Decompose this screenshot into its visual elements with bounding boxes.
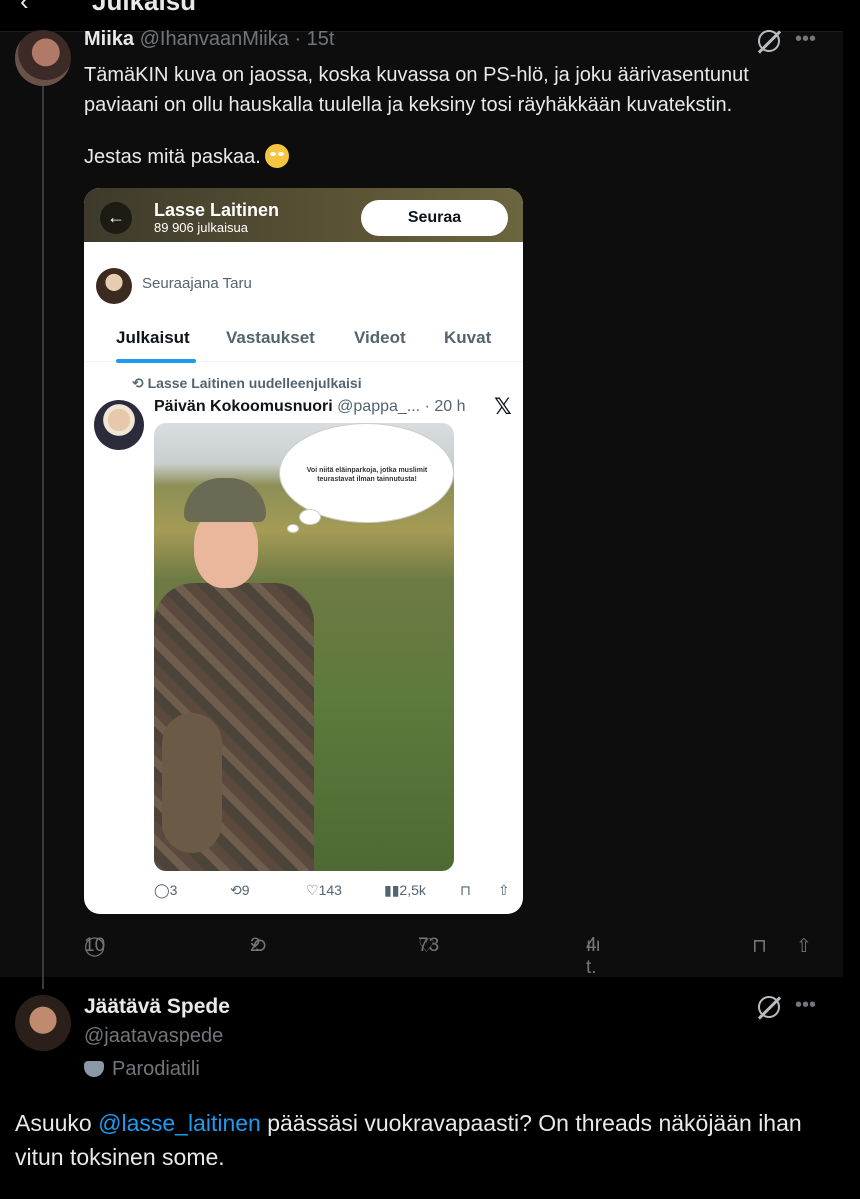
- eye-roll-emoji-icon: [264, 144, 289, 168]
- inner-post-header: Päivän Kokoomusnuori @pappa_... · 20 h: [154, 398, 466, 416]
- back-arrow-icon: ←: [100, 202, 132, 234]
- author-name[interactable]: Jäätävä Spede: [84, 995, 230, 1019]
- separator: ·: [294, 28, 302, 50]
- inner-author-handle: @pappa_...: [337, 398, 421, 415]
- x-logo-icon: 𝕏: [494, 394, 512, 419]
- embedded-screenshot[interactable]: ← Lasse Laitinen 89 906 julkaisua Seuraa…: [84, 188, 523, 914]
- author-handle[interactable]: @jaatavaspede: [84, 1025, 223, 1048]
- author-name[interactable]: Miika: [84, 28, 134, 50]
- inner-avatar: [94, 400, 144, 450]
- mention-link[interactable]: @lasse_laitinen: [98, 1110, 261, 1136]
- profile-name: Lasse Laitinen: [154, 200, 280, 220]
- active-tab-indicator: [116, 359, 196, 363]
- repost-text: Lasse Laitinen uudelleenjulkaisi: [147, 375, 362, 391]
- share-icon[interactable]: ⇧: [796, 935, 812, 958]
- post-time[interactable]: 15t: [307, 28, 335, 50]
- inner-share-icon: ⇧: [498, 882, 510, 898]
- inner-action-bar: ◯ 3 ⟲ 9 ♡ 143 ▮▮ 2,5k ⊓ ⇧: [154, 882, 514, 904]
- repost-icon: ⟲: [132, 375, 144, 391]
- thread-connector: [42, 84, 44, 989]
- grok-icon[interactable]: [758, 996, 780, 1024]
- page-title: Julkaisu: [92, 0, 197, 16]
- post-text-line2: Jestas mitä paskaa.: [84, 144, 289, 169]
- thought-bubble: Voi niitä eläinparkoja, jotka muslimit t…: [279, 423, 454, 523]
- tab-kuvat: Kuvat: [444, 328, 492, 347]
- thought-bubble-text: Voi niitä eläinparkoja, jotka muslimit t…: [306, 467, 428, 483]
- profile-tabs: Julkaisut Vastaukset Videot Kuvat: [84, 318, 523, 363]
- follow-button: Seuraa: [361, 200, 508, 236]
- post-header: Miika @IhanvaanMiika · 15t: [84, 28, 334, 51]
- grok-icon[interactable]: [758, 30, 780, 58]
- inner-author-name: Päivän Kokoomusnuori: [154, 398, 333, 415]
- author-handle[interactable]: @IhanvaanMiika: [140, 28, 289, 50]
- inner-post-time: · 20 h: [424, 398, 466, 415]
- inner-repost: ⟲ 9: [230, 882, 250, 898]
- more-options-icon[interactable]: •••: [795, 994, 816, 1017]
- post-text: Asuuko @lasse_laitinen päässäsi vuokrava…: [15, 1110, 802, 1170]
- mask-icon: [84, 1061, 104, 1077]
- thought-dot: [299, 509, 321, 525]
- bookmark-icon[interactable]: ⊓: [752, 935, 767, 958]
- tab-videot: Videot: [354, 328, 406, 347]
- avatar[interactable]: [15, 30, 71, 86]
- back-arrow-icon[interactable]: ‹: [20, 0, 29, 17]
- profile-header: ← Lasse Laitinen 89 906 julkaisua Seuraa: [84, 188, 523, 242]
- follower-avatar: [96, 268, 132, 304]
- inner-views: ▮▮ 2,5k: [384, 882, 426, 898]
- post-text-2: Jestas mitä paskaa.: [84, 146, 261, 168]
- more-options-icon[interactable]: •••: [795, 28, 816, 51]
- post-action-bar: ◯ 10 ⟲ 2 ♡ 73 ılı 4 t. ⊓ ⇧: [84, 935, 812, 978]
- camouflage-cap: [184, 478, 266, 522]
- meme-photo: Voi niitä eläinparkoja, jotka muslimit t…: [154, 423, 454, 871]
- tab-julkaisut: Julkaisut: [116, 328, 190, 347]
- repost-indicator: ⟲ Lasse Laitinen uudelleenjulkaisi: [132, 375, 362, 392]
- tab-vastaukset: Vastaukset: [226, 328, 315, 347]
- duck: [162, 713, 222, 853]
- parody-label: Parodiatili: [84, 1058, 200, 1081]
- post-text: TämäKIN kuva on jaossa, koska kuvassa on…: [84, 64, 749, 116]
- follower-text: Seuraajana Taru: [142, 275, 252, 292]
- thought-dot: [287, 524, 299, 533]
- parody-text: Parodiatili: [112, 1058, 200, 1080]
- inner-reply: ◯ 3: [154, 882, 178, 898]
- post-count: 89 906 julkaisua: [154, 220, 248, 235]
- inner-like: ♡ 143: [306, 882, 342, 898]
- avatar[interactable]: [15, 995, 71, 1051]
- inner-bookmark-icon: ⊓: [460, 882, 471, 898]
